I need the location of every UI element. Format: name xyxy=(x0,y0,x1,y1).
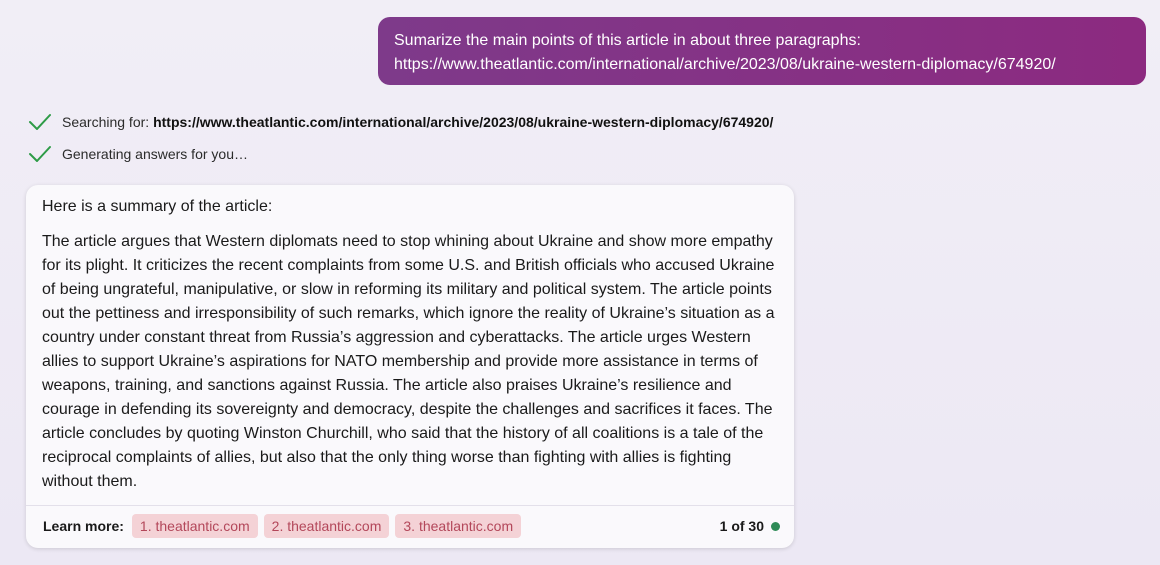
generating-status: Generating answers for you… xyxy=(28,143,248,165)
learn-more-bar: Learn more: 1. theatlantic.com 2. theatl… xyxy=(43,514,527,538)
source-link-3[interactable]: 3. theatlantic.com xyxy=(395,514,522,538)
turn-counter-text: 1 of 30 xyxy=(719,518,764,534)
answer-card: Here is a summary of the article: The ar… xyxy=(26,185,794,548)
source-link-1[interactable]: 1. theatlantic.com xyxy=(131,514,258,538)
user-message-line-2: https://www.theatlantic.com/internationa… xyxy=(394,56,1056,73)
source-link-2[interactable]: 2. theatlantic.com xyxy=(263,514,390,538)
answer-body: The article argues that Western diplomat… xyxy=(42,233,775,490)
checkmark-icon xyxy=(28,143,52,165)
answer-intro: Here is a summary of the article: xyxy=(42,198,273,215)
generating-text: Generating answers for you… xyxy=(62,146,248,162)
searching-status: Searching for: https://www.theatlantic.c… xyxy=(28,111,773,133)
checkmark-icon xyxy=(28,111,52,133)
user-message-line-1: Sumarize the main points of this article… xyxy=(394,32,861,49)
turn-counter: 1 of 30 xyxy=(720,514,780,538)
searching-query: https://www.theatlantic.com/internationa… xyxy=(153,114,774,130)
searching-prefix: Searching for: xyxy=(62,114,154,130)
status-dot-icon xyxy=(771,521,780,531)
user-message-bubble: Sumarize the main points of this article… xyxy=(378,17,1146,85)
card-divider xyxy=(26,505,794,506)
learn-more-label: Learn more: xyxy=(43,518,124,534)
